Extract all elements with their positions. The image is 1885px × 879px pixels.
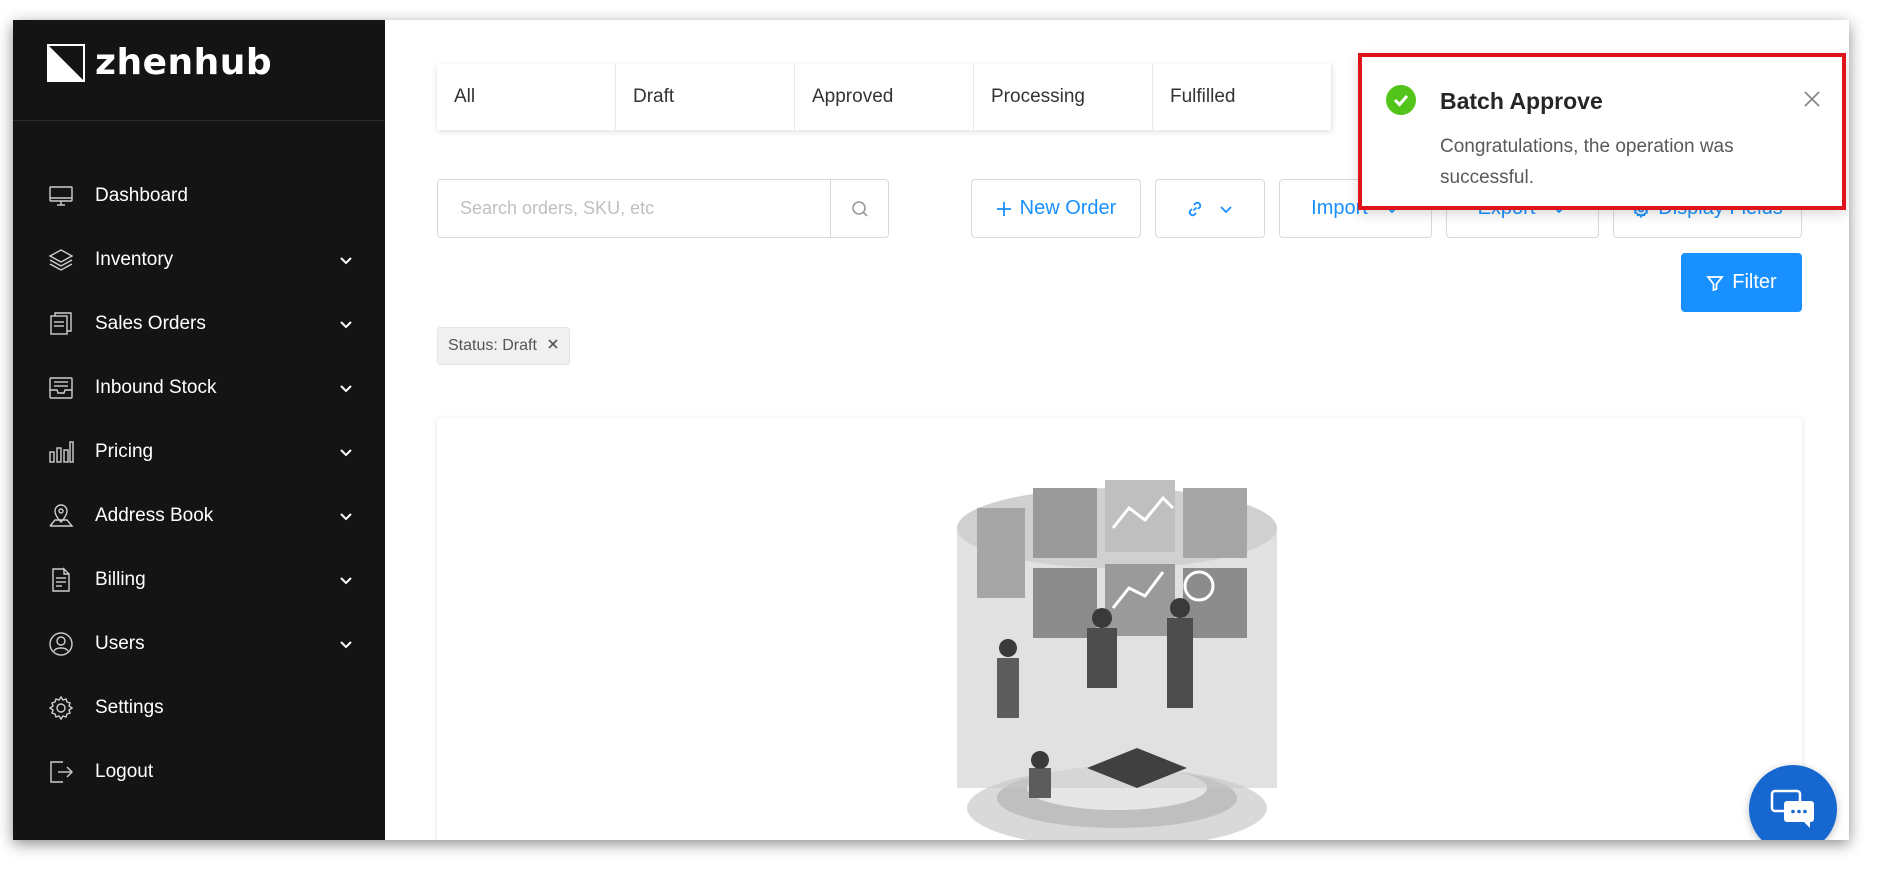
chevron-down-icon	[337, 507, 355, 525]
chevron-down-icon	[337, 571, 355, 589]
search-icon	[851, 200, 868, 217]
filter-tag-label: Status: Draft	[448, 337, 537, 354]
sidebar-item-label: Inventory	[95, 249, 174, 270]
tab-fulfilled[interactable]: Fulfilled	[1153, 64, 1332, 130]
link-icon	[1188, 201, 1202, 216]
sidebar-item-label: Billing	[95, 569, 146, 590]
sidebar: zhenhub Dashboard Inventory Sales Orders…	[13, 20, 385, 840]
logout-icon	[47, 758, 75, 786]
user-circle-icon	[47, 630, 75, 658]
sidebar-item-label: Users	[95, 633, 145, 654]
inbox-icon	[47, 374, 75, 402]
sidebar-item-label: Logout	[95, 761, 154, 782]
chevron-down-icon	[337, 379, 355, 397]
new-order-button[interactable]: New Order	[971, 179, 1141, 238]
sidebar-item-inventory[interactable]: Inventory	[13, 228, 385, 292]
invoice-icon	[47, 566, 75, 594]
tab-approved[interactable]: Approved	[795, 64, 974, 130]
filter-tag-status: Status: Draft	[437, 327, 570, 365]
chevron-down-icon	[337, 635, 355, 653]
divider	[13, 120, 385, 121]
link-dropdown-button[interactable]	[1155, 179, 1265, 238]
sidebar-item-sales-orders[interactable]: Sales Orders	[13, 292, 385, 356]
tab-processing[interactable]: Processing	[974, 64, 1153, 130]
monitor-icon	[47, 182, 75, 210]
chevron-down-icon	[337, 251, 355, 269]
chevron-down-icon	[1220, 205, 1232, 213]
sidebar-item-users[interactable]: Users	[13, 612, 385, 676]
sidebar-item-label: Inbound Stock	[95, 377, 217, 398]
sidebar-item-logout[interactable]: Logout	[13, 740, 385, 804]
filter-icon	[1706, 275, 1725, 291]
layers-icon	[47, 246, 75, 274]
close-icon[interactable]	[547, 337, 559, 355]
sidebar-item-settings[interactable]: Settings	[13, 676, 385, 740]
search-box	[437, 179, 889, 238]
sidebar-item-label: Pricing	[95, 441, 154, 462]
filter-label: Filter	[1732, 271, 1777, 293]
document-stack-icon	[47, 310, 75, 338]
sidebar-item-label: Address Book	[95, 505, 214, 526]
sidebar-nav: Dashboard Inventory Sales Orders Inbound…	[13, 164, 385, 804]
filter-button[interactable]: Filter	[1681, 253, 1802, 312]
sidebar-item-dashboard[interactable]: Dashboard	[13, 164, 385, 228]
brand-name: zhenhub	[95, 42, 273, 83]
sidebar-item-inbound-stock[interactable]: Inbound Stock	[13, 356, 385, 420]
toast-title: Batch Approve	[1440, 88, 1603, 114]
tab-draft[interactable]: Draft	[616, 64, 795, 130]
chat-bubble-icon	[1770, 789, 1814, 828]
sidebar-item-label: Settings	[95, 697, 164, 718]
empty-state-card	[437, 418, 1802, 840]
sidebar-item-pricing[interactable]: Pricing	[13, 420, 385, 484]
bar-chart-icon	[47, 438, 75, 466]
chevron-down-icon	[337, 315, 355, 333]
search-button[interactable]	[830, 180, 888, 237]
logo-mark-icon	[47, 43, 85, 82]
map-pin-icon	[47, 502, 75, 530]
check-circle-icon	[1386, 85, 1416, 115]
close-icon[interactable]	[1802, 89, 1822, 109]
plus-icon	[996, 201, 1011, 216]
status-tabs: All Draft Approved Processing Fulfilled	[437, 64, 1332, 130]
toast-message: Congratulations, the operation was succe…	[1440, 136, 1734, 188]
sidebar-item-address-book[interactable]: Address Book	[13, 484, 385, 548]
app-window: zhenhub Dashboard Inventory Sales Orders…	[13, 20, 1849, 840]
gear-icon	[47, 694, 75, 722]
tab-all[interactable]: All	[437, 64, 616, 130]
empty-state-illustration	[957, 480, 1277, 840]
brand-logo[interactable]: zhenhub	[47, 42, 272, 83]
notification-toast: Batch Approve Congratulations, the opera…	[1358, 53, 1846, 210]
sidebar-item-label: Sales Orders	[95, 313, 206, 334]
sidebar-item-label: Dashboard	[95, 185, 188, 206]
sidebar-item-billing[interactable]: Billing	[13, 548, 385, 612]
new-order-label: New Order	[1019, 197, 1117, 219]
search-input[interactable]	[438, 180, 830, 237]
chevron-down-icon	[337, 443, 355, 461]
